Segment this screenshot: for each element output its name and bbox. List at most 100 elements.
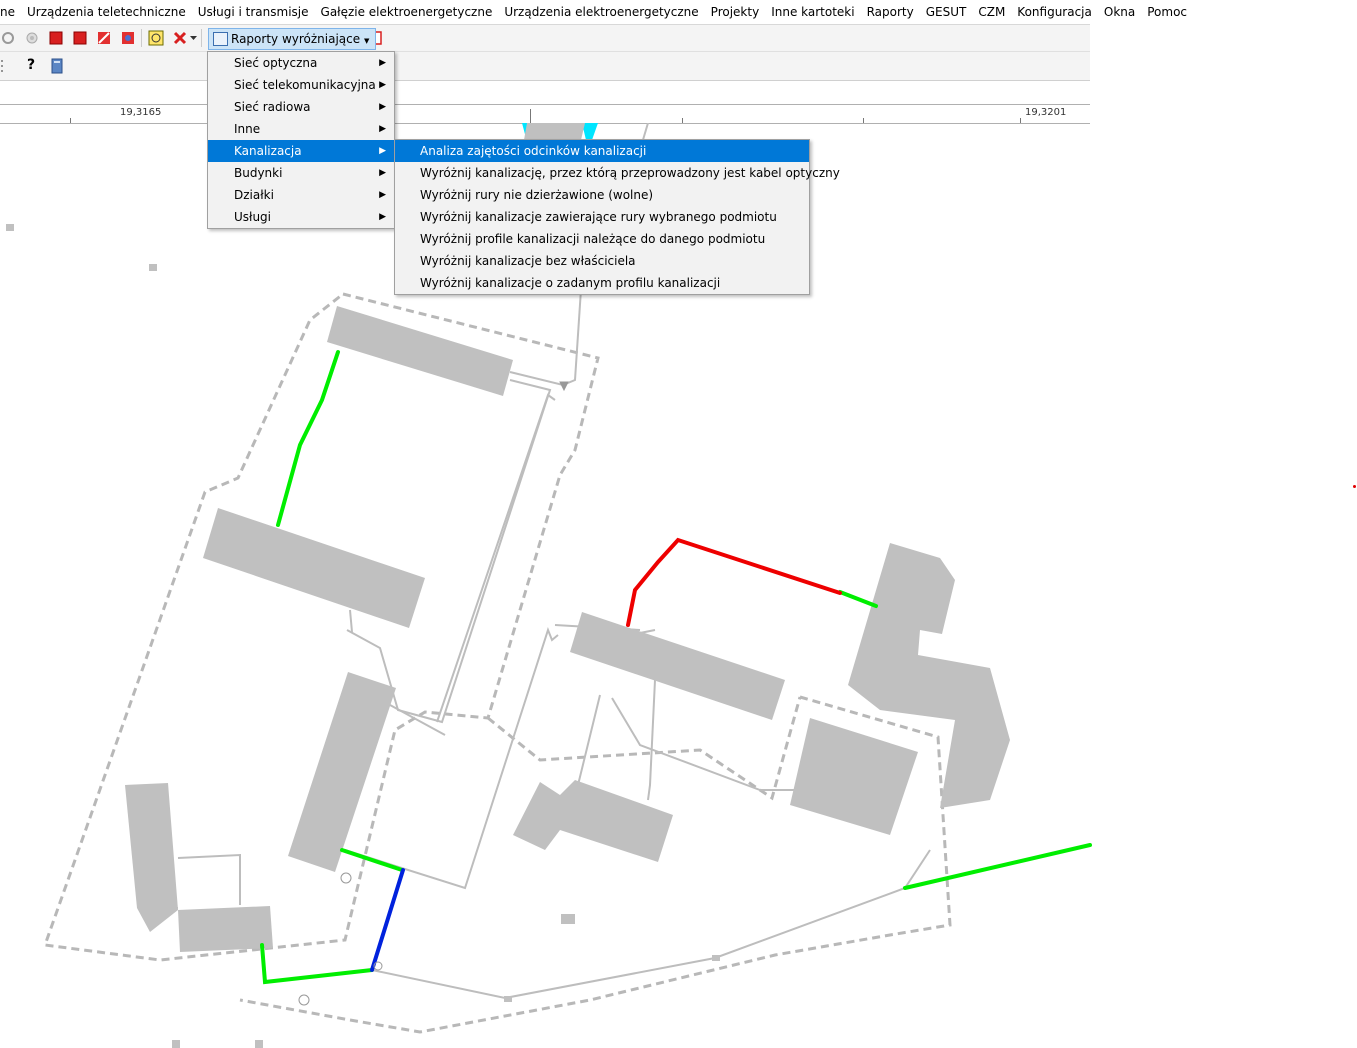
menu-item-label: Usługi: [234, 210, 272, 224]
menubar-item-7[interactable]: Raporty: [861, 0, 920, 24]
report-icon: [213, 32, 228, 46]
ruler-label-right: 19,3201: [1025, 107, 1067, 118]
building: [288, 672, 396, 872]
cyan-marker: [582, 123, 598, 140]
menu-item-label: Kanalizacja: [234, 144, 302, 158]
reports-menu-item[interactable]: Sieć optyczna ▶: [208, 52, 394, 74]
menubar-item-6[interactable]: Inne kartoteki: [765, 0, 860, 24]
chevron-right-icon: ▶: [379, 212, 386, 222]
arrow-symbol: [559, 381, 569, 392]
node-box: [172, 1040, 180, 1048]
menu-item-label: Budynki: [234, 166, 283, 180]
map-header-strip: [0, 81, 1090, 103]
chevron-right-icon: ▶: [379, 124, 386, 134]
reports-menu-item[interactable]: Kanalizacja ▶: [208, 140, 394, 162]
grip-icon: [1, 60, 3, 72]
toolbar-separator: [201, 29, 202, 47]
node-box: [6, 224, 14, 231]
reports-menu: Sieć optyczna ▶ Sieć telekomunikacyjna ▶ Sie…: [207, 51, 395, 229]
building: [125, 783, 178, 932]
menu-item-label: Działki: [234, 188, 274, 202]
main-toolbar: [0, 25, 1090, 52]
building: [203, 508, 425, 628]
building: [524, 123, 585, 140]
query-icon[interactable]: [120, 30, 136, 46]
kanalizacja-submenu: Analiza zajętości odcinków kanalizacji Wy…: [394, 139, 840, 295]
duct-free-segment: [340, 848, 404, 872]
network-line: [577, 679, 656, 801]
submenu-item[interactable]: Wyróżnij kanalizacje zawierające rury wy…: [395, 206, 809, 228]
duct-free-segment: [903, 843, 1092, 890]
clear-selection-icon[interactable]: [96, 30, 112, 46]
menubar-item-3[interactable]: Gałęzie elektroenergetyczne: [315, 0, 499, 24]
duct-free-segment: [260, 943, 374, 985]
help-icon[interactable]: ?: [27, 57, 35, 73]
book-icon[interactable]: [49, 58, 65, 74]
reports-menu-item[interactable]: Usługi ▶: [208, 206, 394, 228]
node-box: [149, 264, 157, 271]
network-line: [346, 379, 552, 724]
chevron-right-icon: ▶: [379, 58, 386, 68]
duct-other-segment: [370, 868, 405, 972]
chevron-down-icon: ▼: [363, 37, 370, 45]
node-box: [712, 955, 720, 961]
chevron-right-icon: ▶: [379, 102, 386, 112]
menu-bar: ne Urządzenia teletechniczne Usługi i tran…: [0, 0, 1187, 25]
well-symbol: [340, 872, 352, 884]
menubar-item-11[interactable]: Okna: [1098, 0, 1141, 24]
ruler-label-left: 19,3165: [120, 107, 162, 118]
building: [178, 906, 273, 952]
network-line: [344, 627, 656, 890]
duct-free-segment: [838, 590, 878, 608]
submenu-item[interactable]: Wyróżnij kanalizacje bez właściciela: [395, 250, 809, 272]
well-symbol: [298, 994, 310, 1006]
submenu-item[interactable]: Analiza zajętości odcinków kanalizacji: [395, 140, 809, 162]
chevron-right-icon: ▶: [379, 80, 386, 90]
select-area-icon[interactable]: [148, 30, 164, 46]
submenu-item[interactable]: Wyróżnij kanalizację, przez którą przepr…: [395, 162, 840, 184]
reports-menu-item[interactable]: Sieć radiowa ▶: [208, 96, 394, 118]
reports-menu-item[interactable]: Sieć telekomunikacyjna ▶: [208, 74, 394, 96]
reports-menu-item[interactable]: Inne ▶: [208, 118, 394, 140]
chevron-right-icon: ▶: [379, 190, 386, 200]
stop-all-icon[interactable]: [72, 30, 88, 46]
menubar-item-4[interactable]: Urządzenia elektroenergetyczne: [498, 0, 704, 24]
secondary-toolbar: ?: [0, 52, 1090, 81]
reports-button-label: Raporty wyróżniające: [231, 32, 361, 46]
menubar-item-2[interactable]: Usługi i transmisje: [192, 0, 315, 24]
building: [790, 718, 918, 835]
building: [327, 306, 513, 396]
delete-tool-icon[interactable]: [172, 30, 188, 46]
reports-menu-item[interactable]: Budynki ▶: [208, 162, 394, 184]
menu-item-label: Sieć telekomunikacyjna: [234, 78, 376, 92]
duct-occupied-segment: [626, 537, 842, 627]
coordinate-ruler: 19,3165 19,3201: [0, 104, 1090, 124]
duct-free-segment: [276, 350, 340, 527]
building: [570, 612, 785, 720]
menubar-item-0[interactable]: ne: [0, 0, 21, 24]
chevron-down-icon[interactable]: [190, 36, 197, 41]
toolbar-separator: [141, 29, 142, 47]
target-icon[interactable]: [24, 30, 40, 46]
chevron-right-icon: ▶: [379, 146, 386, 156]
menubar-item-10[interactable]: Konfiguracja: [1011, 0, 1098, 24]
refresh-icon[interactable]: [0, 30, 16, 46]
stop-icon[interactable]: [48, 30, 64, 46]
menubar-item-5[interactable]: Projekty: [705, 0, 766, 24]
menubar-item-9[interactable]: CZM: [972, 0, 1011, 24]
network-line: [371, 849, 931, 1000]
red-point-marker: [1353, 485, 1356, 488]
menu-item-label: Sieć optyczna: [234, 56, 318, 70]
node-box: [255, 1040, 263, 1048]
reports-menu-item[interactable]: Działki ▶: [208, 184, 394, 206]
menubar-item-1[interactable]: Urządzenia teletechniczne: [21, 0, 192, 24]
submenu-item[interactable]: Wyróżnij rury nie dzierżawione (wolne): [395, 184, 809, 206]
submenu-item[interactable]: Wyróżnij kanalizacje o zadanym profilu k…: [395, 272, 809, 294]
building: [561, 914, 575, 924]
reports-dropdown-button[interactable]: Raporty wyróżniające ▼: [208, 28, 377, 50]
chevron-right-icon: ▶: [379, 168, 386, 178]
menubar-item-8[interactable]: GESUT: [920, 0, 973, 24]
submenu-item[interactable]: Wyróżnij profile kanalizacji należące do…: [395, 228, 809, 250]
menubar-item-12[interactable]: Pomoc: [1141, 0, 1193, 24]
ruler-tick: [530, 109, 531, 123]
